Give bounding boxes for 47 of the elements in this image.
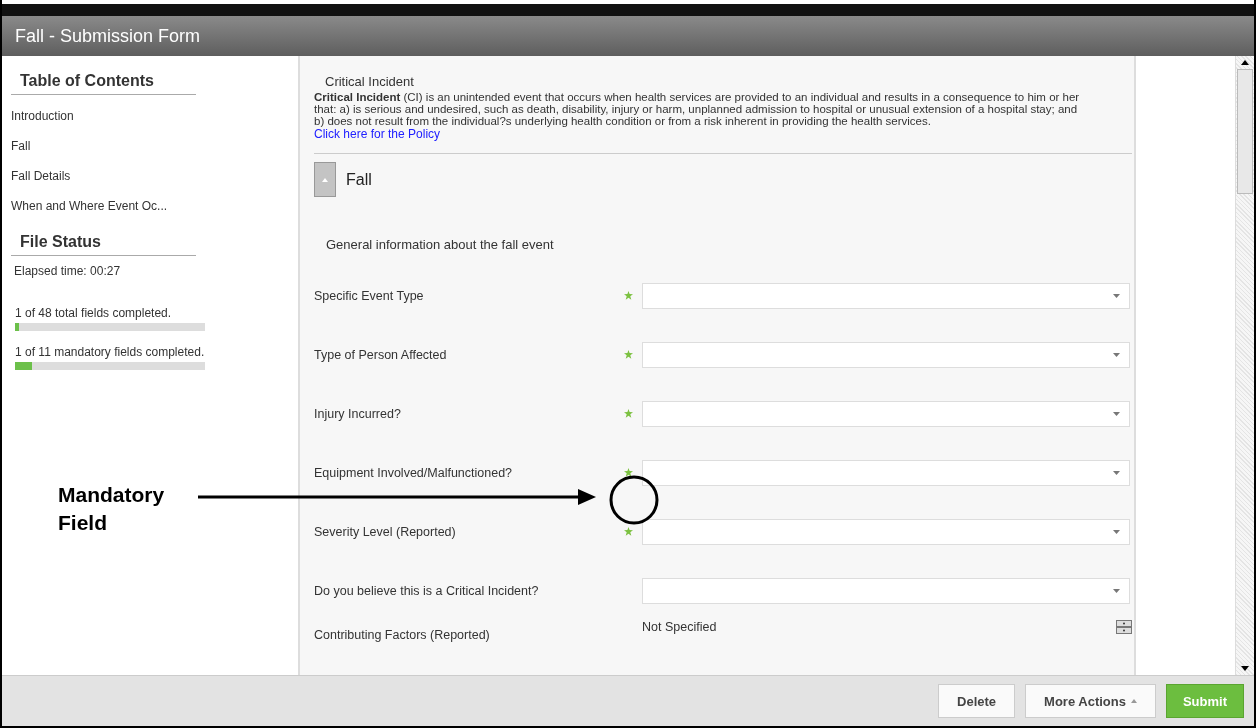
dropdown-field[interactable] (642, 577, 1130, 604)
field-label: Contributing Factors (Reported) (314, 628, 491, 642)
caret-down-icon (1113, 588, 1120, 593)
toc-link[interactable]: Fall Details (11, 169, 71, 183)
field-label: Do you believe this is a Critical Incident? (314, 583, 540, 598)
policy-link[interactable]: Click here for the Policy (314, 127, 1134, 141)
dropdown-field[interactable] (642, 518, 1130, 545)
scrollbar-thumb[interactable] (1237, 69, 1253, 194)
toc-link[interactable]: Fall (11, 139, 31, 153)
section-title: Fall (346, 170, 372, 189)
field-label: Severity Level (Reported) (314, 524, 457, 539)
section-heading: Table of Contents (11, 70, 196, 95)
field-label: Injury Incurred? (314, 406, 402, 421)
window-title: Fall - Submission Form (15, 25, 201, 47)
field-label: Equipment Involved/Malfunctioned? (314, 465, 514, 480)
dropdown-field[interactable] (642, 400, 1130, 427)
menu-button[interactable]: More Actions (1025, 684, 1156, 718)
action-button[interactable]: Delete (938, 684, 1016, 718)
caret-down-icon (1113, 411, 1120, 416)
caret-down-icon (1113, 529, 1120, 534)
collapse-toggle[interactable] (314, 162, 336, 197)
caret-down-icon (1113, 352, 1120, 357)
field-value: Not Specified (642, 620, 717, 634)
list-edit-icon[interactable] (1116, 620, 1132, 634)
caret-up-icon (1130, 699, 1137, 703)
subsection-heading: General information about the fall event (326, 237, 555, 252)
dropdown-field[interactable] (642, 459, 1130, 486)
caret-up-icon (322, 177, 328, 182)
dropdown-field[interactable] (642, 341, 1130, 368)
section-heading: Critical Incident (325, 74, 415, 89)
annotation-circle (609, 475, 659, 525)
scroll-up-icon[interactable] (1241, 60, 1249, 65)
section-heading: File Status (11, 231, 196, 256)
toc-link[interactable]: Introduction (11, 109, 74, 123)
elapsed-time: Elapsed time: 00:27 (14, 264, 121, 278)
annotation-text: Mandatory Field (58, 482, 166, 536)
description-text: Critical Incident (CI) is an unintended event that occurs when health services are provided to an individual and results in a consequence to him or her that: a) is serious and undesired, such as death, disability, injury or harm, unplanned admission to hospital or unusual extension of a hospital stay; and b) does not result from the individual?s underlying health condition or from a risk inherent in providing the health services. (314, 91, 1081, 127)
caret-down-icon (1113, 293, 1120, 298)
progress-label: 1 of 11 mandatory fields completed. (15, 345, 205, 359)
field-label: Specific Event Type (314, 288, 425, 303)
progress-label: 1 of 48 total fields completed. (15, 306, 172, 320)
toc-link[interactable]: When and Where Event Oc... (11, 199, 168, 213)
dropdown-field[interactable] (642, 282, 1130, 309)
caret-down-icon (1113, 470, 1120, 475)
scrollbar[interactable] (1235, 56, 1254, 675)
scroll-down-icon[interactable] (1241, 666, 1249, 671)
field-label: Type of Person Affected (314, 347, 448, 362)
